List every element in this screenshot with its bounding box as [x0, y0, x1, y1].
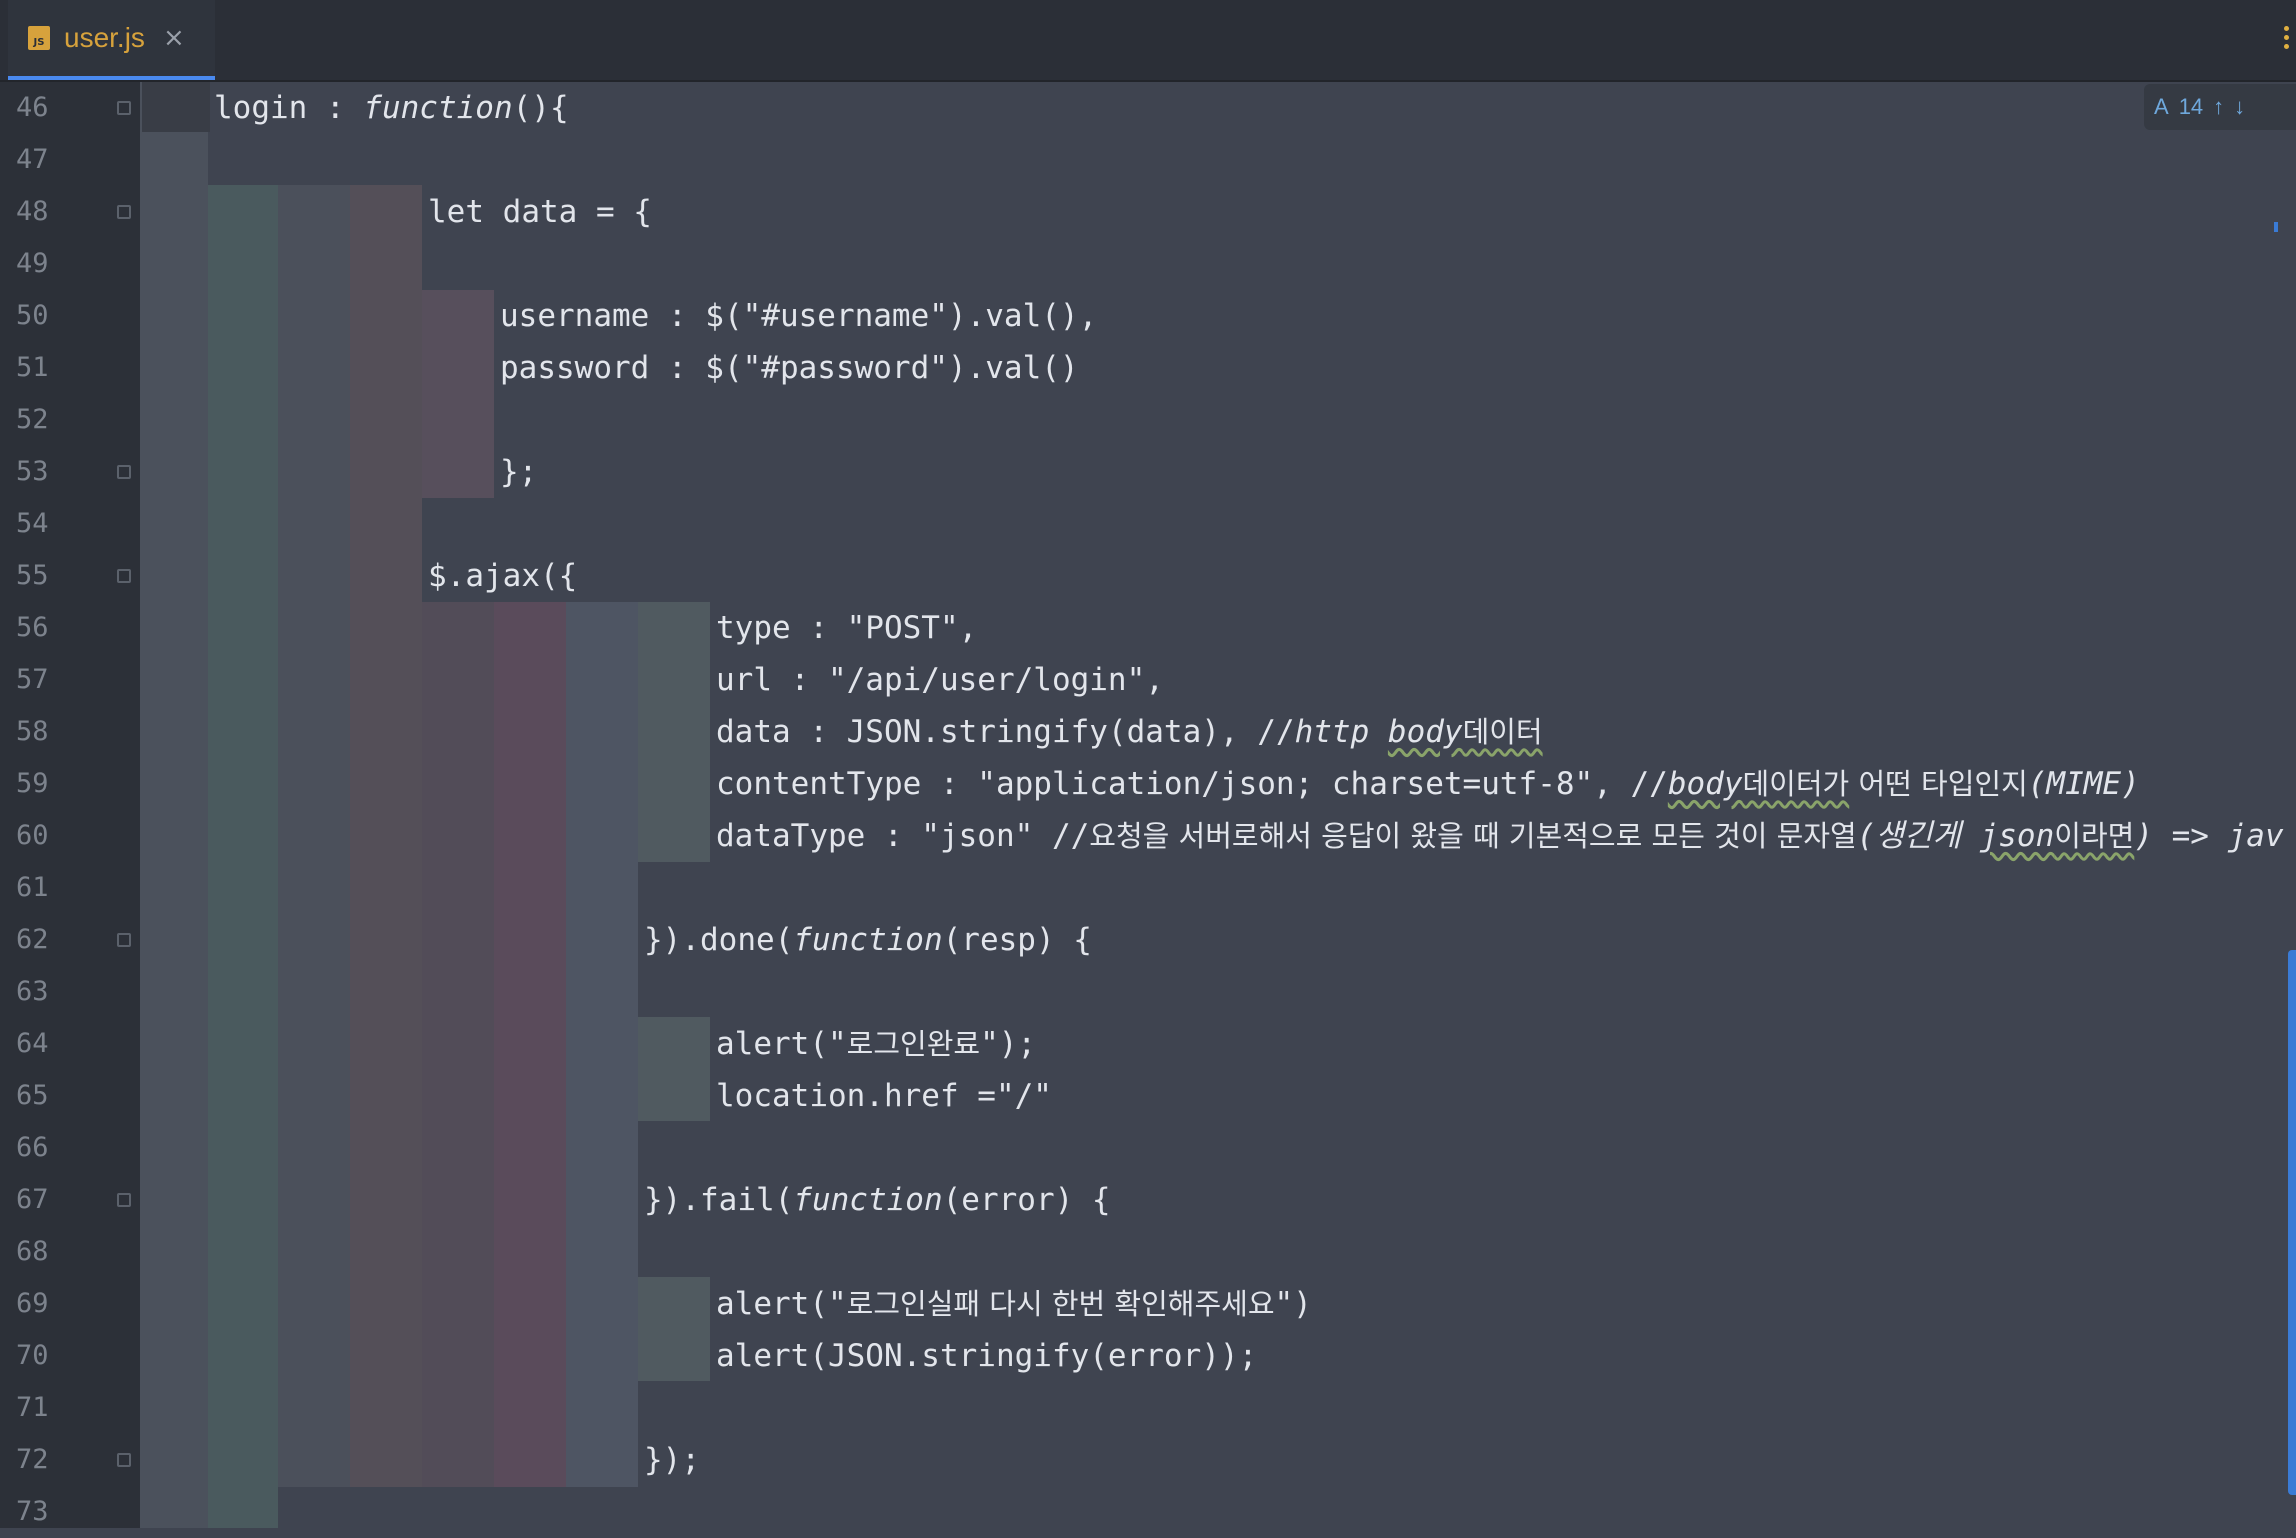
- line-number: 56: [16, 612, 49, 643]
- code-line-65: location.href ="/": [716, 1078, 1052, 1114]
- line-number: 48: [16, 196, 49, 227]
- line-number: 67: [16, 1184, 49, 1215]
- fold-toggle-icon[interactable]: [117, 1453, 131, 1467]
- tab-user-js[interactable]: JS user.js ×: [8, 0, 215, 80]
- line-number: 69: [16, 1288, 49, 1319]
- line-number: 72: [16, 1444, 49, 1475]
- line-number: 71: [16, 1392, 49, 1423]
- code-line-59: contentType : "application/json; charset…: [716, 766, 2140, 802]
- code-line-55: $.ajax({: [428, 558, 578, 594]
- line-number: 70: [16, 1340, 49, 1371]
- code-line-67: }).fail(function(error) {: [644, 1182, 1111, 1218]
- more-options-icon[interactable]: [2284, 22, 2290, 53]
- code-line-72: });: [644, 1442, 700, 1478]
- inspection-widget[interactable]: A 14 ↑ ↓: [2144, 84, 2296, 130]
- code-line-58: data : JSON.stringify(data), //http body…: [716, 714, 1543, 750]
- javascript-file-icon: JS: [28, 26, 50, 50]
- previous-highlight-icon[interactable]: ↑: [2213, 94, 2224, 120]
- line-number: 64: [16, 1028, 49, 1059]
- line-number: 53: [16, 456, 49, 487]
- line-number: 51: [16, 352, 49, 383]
- line-number: 55: [16, 560, 49, 591]
- code-editor[interactable]: login : function(){ let data = { usernam…: [142, 82, 2296, 1528]
- fold-toggle-icon[interactable]: [117, 465, 131, 479]
- close-icon[interactable]: ×: [163, 23, 185, 53]
- fold-toggle-icon[interactable]: [117, 569, 131, 583]
- line-number: 49: [16, 248, 49, 279]
- fold-toggle-icon[interactable]: [117, 205, 131, 219]
- code-line-64: alert("로그인완료");: [716, 1026, 1037, 1062]
- line-number: 46: [16, 92, 49, 123]
- fold-toggle-icon[interactable]: [117, 1193, 131, 1207]
- code-line-60: dataType : "json" //요청을 서버로해서 응답이 왔을 때 기…: [716, 818, 2284, 854]
- code-line-56: type : "POST",: [716, 610, 978, 646]
- code-line-62: }).done(function(resp) {: [644, 922, 1092, 958]
- line-number: 52: [16, 404, 49, 435]
- code-line-46: login : function(){: [214, 90, 569, 126]
- line-number: 61: [16, 872, 49, 903]
- line-number: 54: [16, 508, 49, 539]
- line-number: 66: [16, 1132, 49, 1163]
- error-stripe-marker[interactable]: [2274, 222, 2278, 232]
- tab-label: user.js: [64, 22, 145, 53]
- line-number: 62: [16, 924, 49, 955]
- line-number: 47: [16, 144, 49, 175]
- editor-tab-bar: JS user.js ×: [0, 0, 2296, 82]
- next-highlight-icon[interactable]: ↓: [2234, 94, 2245, 120]
- line-number: 50: [16, 300, 49, 331]
- code-line-69: alert("로그인실패 다시 한번 확인해주세요"): [716, 1286, 1312, 1322]
- inspection-count: 14: [2178, 94, 2204, 119]
- spellcheck-icon: A: [2154, 94, 2169, 119]
- line-number: 57: [16, 664, 49, 695]
- line-number: 68: [16, 1236, 49, 1267]
- line-number: 59: [16, 768, 49, 799]
- line-number: 60: [16, 820, 49, 851]
- line-number: 58: [16, 716, 49, 747]
- line-number: 63: [16, 976, 49, 1007]
- line-number: 73: [16, 1496, 49, 1527]
- code-line-51: password : $("#password").val(): [500, 350, 1079, 386]
- code-line-53: };: [500, 454, 538, 490]
- line-number: 65: [16, 1080, 49, 1111]
- code-line-50: username : $("#username").val(),: [500, 298, 1098, 334]
- code-line-57: url : "/api/user/login",: [716, 662, 1164, 698]
- fold-toggle-icon[interactable]: [117, 933, 131, 947]
- code-line-70: alert(JSON.stringify(error));: [716, 1338, 1258, 1374]
- code-line-48: let data = {: [428, 194, 652, 230]
- vertical-scrollbar[interactable]: [2288, 950, 2296, 1495]
- fold-toggle-icon[interactable]: [117, 101, 131, 115]
